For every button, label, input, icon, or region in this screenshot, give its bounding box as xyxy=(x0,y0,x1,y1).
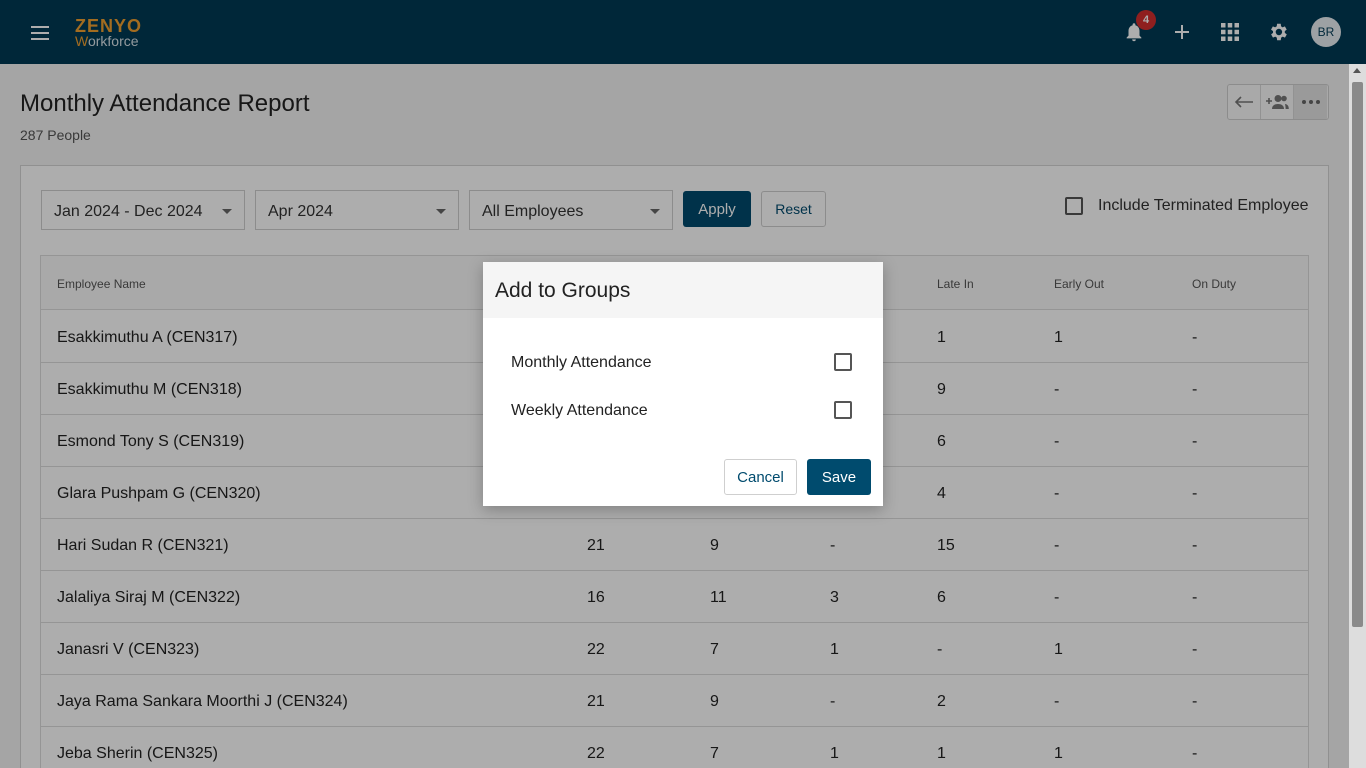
save-button[interactable]: Save xyxy=(807,459,871,495)
add-to-groups-dialog: Add to Groups Monthly Attendance Weekly … xyxy=(483,262,883,506)
weekly-attendance-checkbox[interactable] xyxy=(834,401,852,419)
cancel-button[interactable]: Cancel xyxy=(724,459,797,495)
scroll-up-arrow-icon[interactable] xyxy=(1353,68,1361,73)
weekly-attendance-label: Weekly Attendance xyxy=(511,402,648,419)
dialog-title: Add to Groups xyxy=(495,279,631,302)
monthly-attendance-checkbox[interactable] xyxy=(834,353,852,371)
monthly-attendance-label: Monthly Attendance xyxy=(511,354,652,371)
dialog-header: Add to Groups xyxy=(483,262,883,318)
scrollbar-thumb[interactable] xyxy=(1352,82,1363,627)
page-scrollbar[interactable] xyxy=(1349,64,1366,768)
